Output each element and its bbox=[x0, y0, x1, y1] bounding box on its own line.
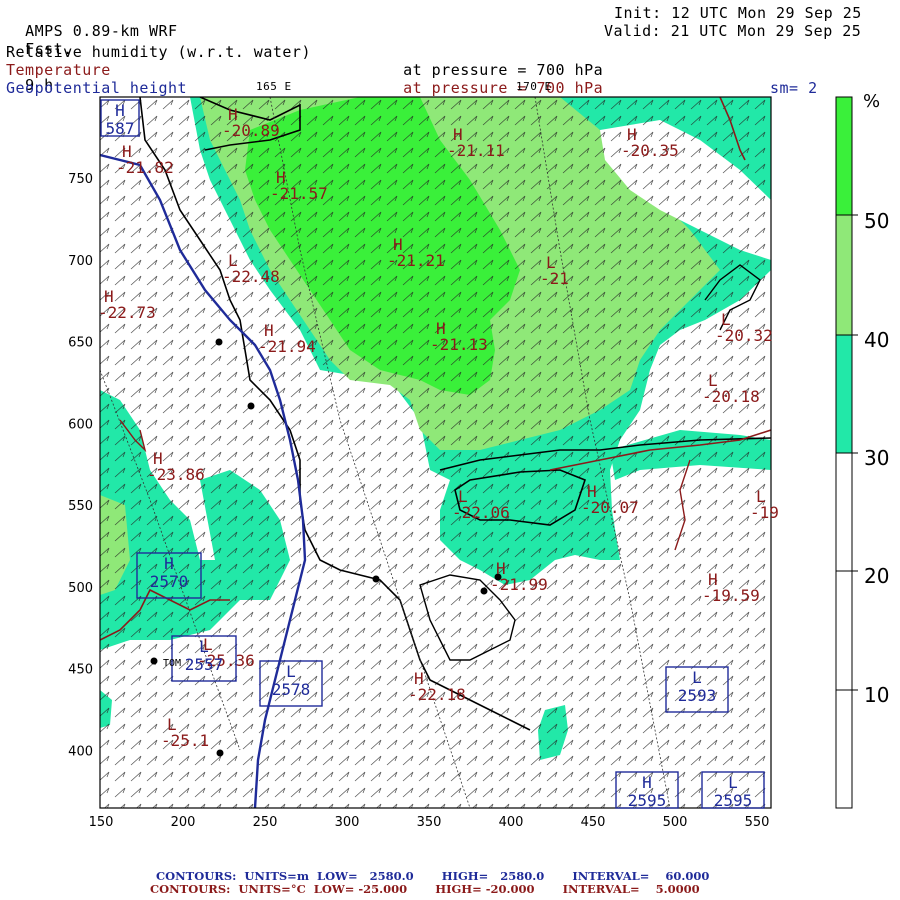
temp-extremum-value: -20.35 bbox=[621, 141, 679, 160]
temp-extremum-value: -21.99 bbox=[490, 575, 548, 594]
colorbar-label: 10 bbox=[864, 683, 889, 707]
temp-extremum-value: -22.73 bbox=[98, 303, 156, 322]
y-tick-label: 450 bbox=[68, 663, 93, 678]
temp-extremum-value: -21.94 bbox=[258, 337, 316, 356]
height-extremum-type: H bbox=[115, 101, 125, 120]
temp-extremum-value: -19.59 bbox=[702, 586, 760, 605]
colorbar-gt50 bbox=[836, 97, 852, 215]
y-tick-label: 600 bbox=[68, 417, 93, 432]
temp-extremum-value: -20.89 bbox=[222, 121, 280, 140]
height-extremum-value: 587 bbox=[106, 119, 135, 138]
temp-extremum-value: -21.82 bbox=[116, 158, 174, 177]
y-axis-ticks: 750 700 650 600 550 500 450 400 bbox=[68, 172, 93, 759]
x-tick-label: 250 bbox=[253, 815, 278, 830]
x-tick-label: 150 bbox=[89, 815, 114, 830]
colorbar: % 50 40 30 20 10 bbox=[835, 91, 889, 809]
temp-extremum-value: -19 bbox=[750, 503, 779, 522]
temp-extremum-value: -21.57 bbox=[270, 184, 328, 203]
x-tick-label: 350 bbox=[417, 815, 442, 830]
temp-extremum-value: -25.1 bbox=[161, 731, 209, 750]
x-tick-label: 550 bbox=[745, 815, 770, 830]
temp-extremum-value: -21.13 bbox=[430, 335, 488, 354]
height-extremum-type: L bbox=[692, 668, 702, 687]
x-axis-ticks: 150 200 250 300 350 400 450 500 550 bbox=[89, 815, 770, 830]
height-extremum-type: H bbox=[164, 554, 174, 573]
height-extremum-type: H bbox=[642, 773, 652, 792]
temp-extremum-value: -21 bbox=[540, 269, 569, 288]
colorbar-40-50 bbox=[836, 215, 852, 335]
map-canvas: H-20.89H-21.82H-21.57H-21.11H-20.35H-21.… bbox=[68, 91, 889, 830]
temp-extremum-value: -22.18 bbox=[408, 685, 466, 704]
colorbar-lt30 bbox=[836, 453, 852, 808]
station-label-tom: TOM bbox=[163, 658, 181, 669]
colorbar-label: 20 bbox=[864, 564, 889, 588]
x-tick-label: 450 bbox=[581, 815, 606, 830]
y-tick-label: 700 bbox=[68, 254, 93, 269]
height-extremum-type: L bbox=[286, 662, 296, 681]
temp-extremum-value: -23.86 bbox=[147, 465, 205, 484]
y-tick-label: 400 bbox=[68, 744, 93, 759]
footer-temp-contours: CONTOURS: UNITS=°C LOW= -25.000 HIGH= -2… bbox=[150, 882, 700, 896]
temp-extremum-value: -20.18 bbox=[702, 387, 760, 406]
colorbar-30-40 bbox=[836, 335, 852, 453]
colorbar-unit: % bbox=[863, 91, 880, 112]
height-extremum-value: 2595 bbox=[714, 791, 753, 810]
temp-extremum-value: -20.07 bbox=[581, 498, 639, 517]
temp-extremum-value: -22.48 bbox=[222, 267, 280, 286]
footer-height-contours: CONTOURS: UNITS=m LOW= 2580.0 HIGH= 2580… bbox=[156, 869, 710, 883]
temp-extremum-value: -21.21 bbox=[387, 251, 445, 270]
temp-extremum-value: -20.32 bbox=[715, 326, 773, 345]
colorbar-label: 30 bbox=[864, 446, 889, 470]
colorbar-label: 50 bbox=[864, 209, 889, 233]
height-extremum-value: 2595 bbox=[628, 791, 667, 810]
y-tick-label: 750 bbox=[68, 172, 93, 187]
colorbar-label: 40 bbox=[864, 328, 889, 352]
x-tick-label: 200 bbox=[171, 815, 196, 830]
temp-extremum-value: -22.06 bbox=[452, 503, 510, 522]
height-extremum-value: 2578 bbox=[272, 680, 311, 699]
temp-extremum-value: -21.11 bbox=[447, 141, 505, 160]
x-tick-label: 500 bbox=[663, 815, 688, 830]
height-extremum-value: 2570 bbox=[150, 572, 189, 591]
height-extremum-type: L bbox=[728, 773, 738, 792]
y-tick-label: 650 bbox=[68, 336, 93, 351]
x-tick-label: 300 bbox=[335, 815, 360, 830]
y-tick-label: 550 bbox=[68, 499, 93, 514]
x-tick-label: 400 bbox=[499, 815, 524, 830]
y-tick-label: 500 bbox=[68, 581, 93, 596]
height-extremum-value: 2557 bbox=[185, 655, 224, 674]
height-extremum-value: 2593 bbox=[678, 686, 717, 705]
height-extremum-type: L bbox=[199, 637, 209, 656]
